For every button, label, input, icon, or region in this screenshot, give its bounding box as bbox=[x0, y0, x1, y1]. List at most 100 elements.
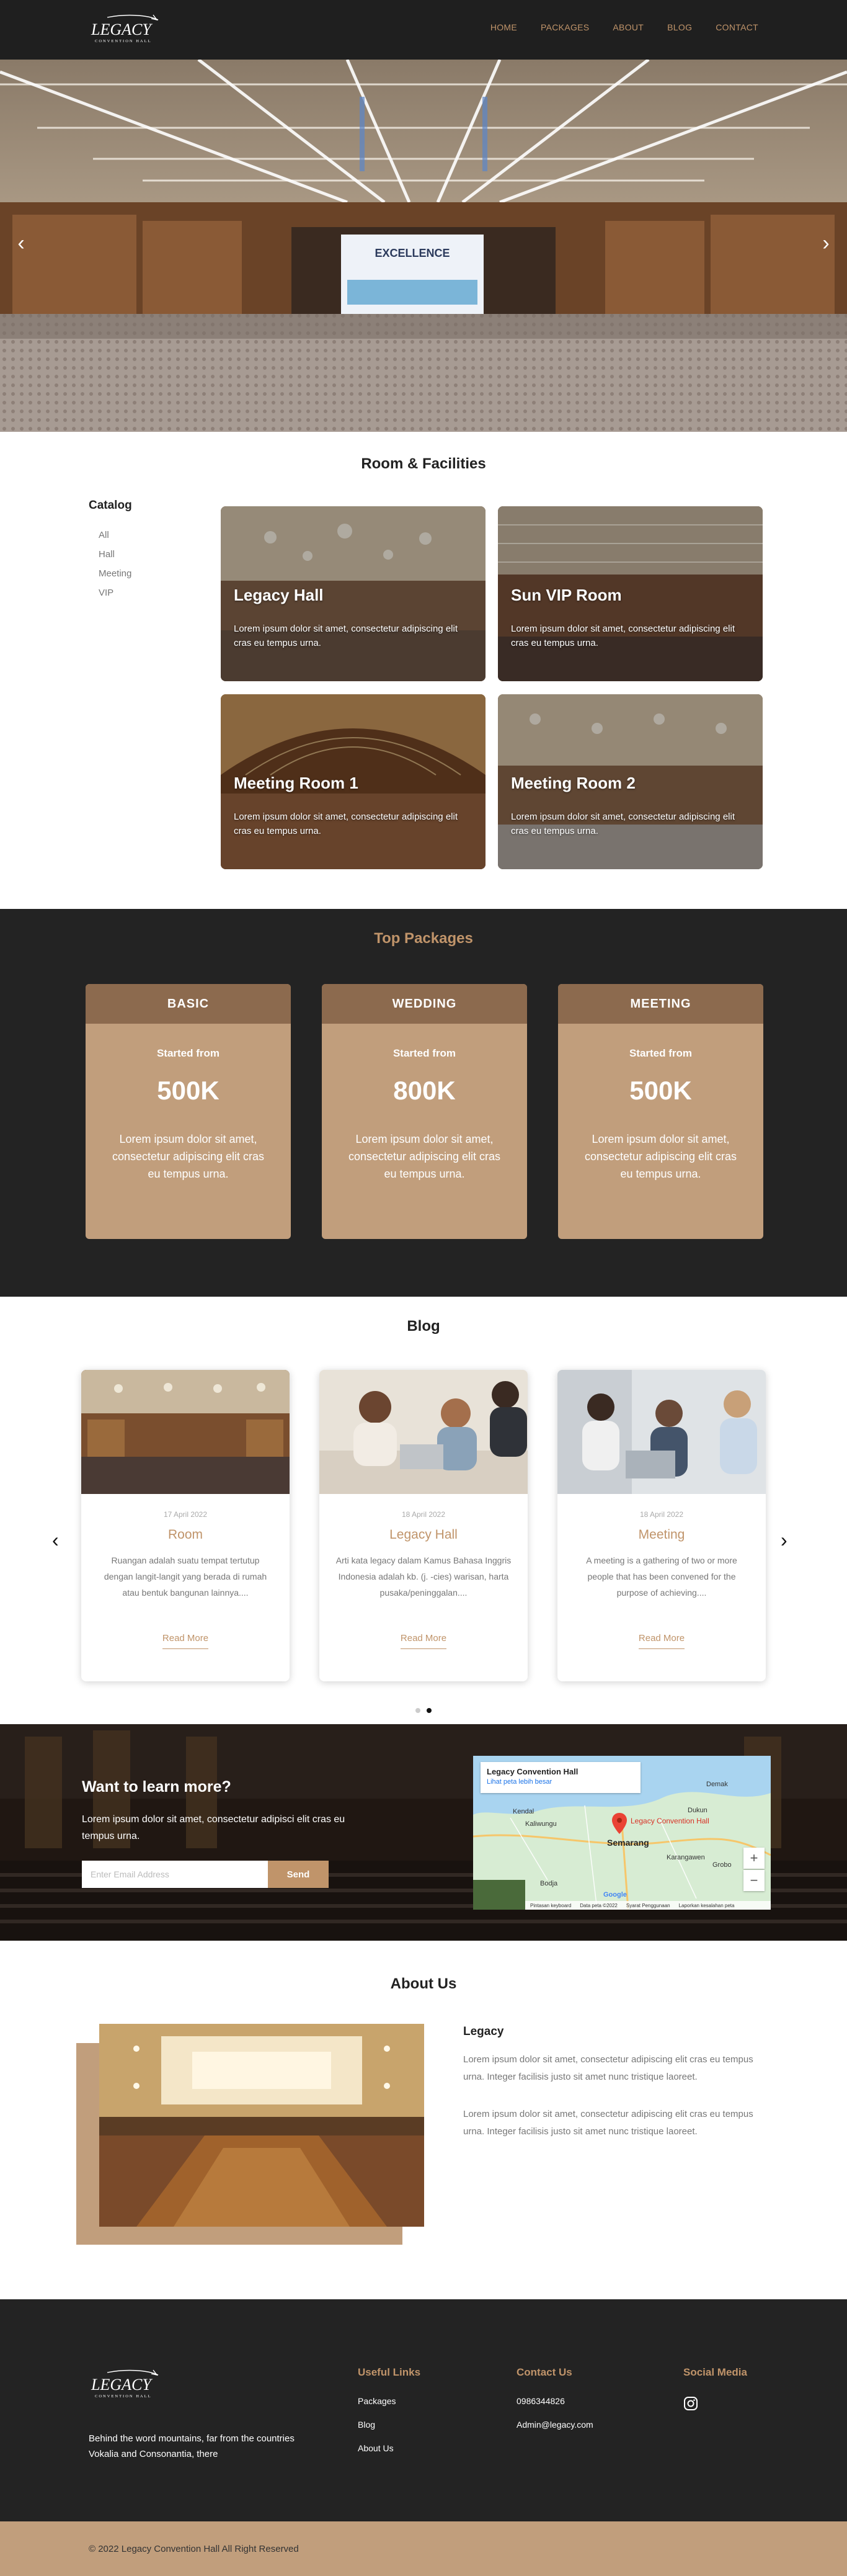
about-image bbox=[99, 2024, 424, 2227]
map-larger-link[interactable]: Lihat peta lebih besar bbox=[487, 1778, 634, 1786]
post-title[interactable]: Room bbox=[81, 1527, 290, 1542]
blog-next-arrow[interactable]: › bbox=[781, 1529, 787, 1552]
hero-image: EXCELLENCE bbox=[0, 60, 847, 432]
google-logo: Google bbox=[603, 1891, 627, 1898]
package-price: 500K bbox=[629, 1076, 692, 1105]
room-card[interactable]: Legacy Hall Lorem ipsum dolor sit amet, … bbox=[221, 506, 486, 681]
package-price: 500K bbox=[157, 1076, 220, 1105]
package-from: Started from bbox=[156, 1047, 220, 1059]
room-card[interactable]: Meeting Room 2 Lorem ipsum dolor sit ame… bbox=[498, 694, 763, 869]
map-label: Bodja bbox=[540, 1880, 558, 1887]
post-thumbnail bbox=[81, 1370, 290, 1494]
post-date: 18 April 2022 bbox=[639, 1510, 684, 1519]
package-card[interactable]: MEETING Started from 500K Lorem ipsum do… bbox=[558, 984, 763, 1239]
package-from: Started from bbox=[629, 1047, 693, 1059]
package-desc: Lorem ipsum dolor sit amet, consectetur … bbox=[348, 1133, 501, 1180]
catalog-vip[interactable]: VIP bbox=[99, 588, 200, 598]
footer: LEGACY CONVENTION HALL Behind the word m… bbox=[0, 2299, 847, 2521]
carousel-dot-active[interactable] bbox=[427, 1708, 432, 1713]
instagram-icon[interactable] bbox=[683, 2396, 698, 2411]
map-label: Grobo bbox=[712, 1861, 732, 1869]
catalog-filter: Catalog All Hall Meeting VIP bbox=[89, 499, 200, 607]
room-card[interactable]: Meeting Room 1 Lorem ipsum dolor sit ame… bbox=[221, 694, 486, 869]
package-desc: Lorem ipsum dolor sit amet, consectetur … bbox=[112, 1133, 265, 1180]
blog-title: Blog bbox=[407, 1318, 440, 1335]
nav-blog[interactable]: BLOG bbox=[667, 22, 692, 32]
zoom-in-button[interactable]: + bbox=[743, 1848, 765, 1869]
package-from: Started from bbox=[392, 1047, 456, 1059]
about-paragraph: Lorem ipsum dolor sit amet, consectetur … bbox=[463, 2109, 753, 2137]
map-attribution-item[interactable]: Pintasan keyboard bbox=[530, 1903, 571, 1908]
read-more-link[interactable]: Read More bbox=[162, 1633, 209, 1649]
post-thumbnail bbox=[557, 1370, 766, 1494]
post-excerpt: A meeting is a gathering of two or more … bbox=[586, 1555, 737, 1598]
footer-link-blog[interactable]: Blog bbox=[358, 2420, 420, 2430]
nav-contact[interactable]: CONTACT bbox=[716, 22, 758, 32]
room-name: Sun VIP Room bbox=[511, 586, 622, 604]
package-desc: Lorem ipsum dolor sit amet, consectetur … bbox=[584, 1133, 737, 1180]
blog-post-card[interactable]: 18 April 2022 Legacy Hall Arti kata lega… bbox=[319, 1370, 528, 1681]
map-label: Karangawen bbox=[667, 1854, 705, 1861]
contact-phone[interactable]: 0986344826 bbox=[517, 2396, 593, 2406]
blog-post-card[interactable]: 18 April 2022 Meeting A meeting is a gat… bbox=[557, 1370, 766, 1681]
footer-social: Social Media bbox=[683, 2366, 747, 2411]
room-grid: Legacy Hall Lorem ipsum dolor sit amet, … bbox=[221, 506, 763, 869]
location-map[interactable]: Legacy Convention Hall Lihat peta lebih … bbox=[473, 1756, 771, 1910]
footer-link-about[interactable]: About Us bbox=[358, 2443, 420, 2453]
map-label: Kendal bbox=[513, 1808, 534, 1815]
room-card[interactable]: Sun VIP Room Lorem ipsum dolor sit amet,… bbox=[498, 506, 763, 681]
post-title[interactable]: Legacy Hall bbox=[319, 1527, 528, 1542]
hero-next-arrow[interactable]: › bbox=[814, 231, 838, 256]
catalog-all[interactable]: All bbox=[99, 530, 200, 540]
blog-carousel: 17 April 2022 Room Ruangan adalah suatu … bbox=[81, 1370, 766, 1681]
contact-title: Contact Us bbox=[517, 2366, 572, 2378]
newsletter-section: Want to learn more? Lorem ipsum dolor si… bbox=[0, 1724, 847, 1941]
footer-contact: Contact Us 0986344826 Admin@legacy.com bbox=[517, 2366, 593, 2443]
package-list: BASIC Started from 500K Lorem ipsum dolo… bbox=[86, 984, 763, 1239]
map-attribution-item[interactable]: Laporkan kesalahan peta bbox=[679, 1903, 735, 1908]
send-button[interactable]: Send bbox=[268, 1861, 329, 1888]
map-label: Dukun bbox=[688, 1807, 707, 1814]
newsletter-text: Lorem ipsum dolor sit amet, consectetur … bbox=[82, 1814, 345, 1841]
footer-logo[interactable]: LEGACY CONVENTION HALL bbox=[89, 2368, 166, 2401]
read-more-link[interactable]: Read More bbox=[638, 1633, 685, 1649]
package-card[interactable]: WEDDING Started from 800K Lorem ipsum do… bbox=[322, 984, 527, 1239]
package-name: WEDDING bbox=[322, 984, 527, 1024]
nav-packages[interactable]: PACKAGES bbox=[541, 22, 589, 32]
catalog-hall[interactable]: Hall bbox=[99, 549, 200, 560]
map-attribution-item[interactable]: Syarat Penggunaan bbox=[626, 1903, 670, 1908]
room-desc: Lorem ipsum dolor sit amet, consectetur … bbox=[234, 812, 458, 836]
post-date: 17 April 2022 bbox=[163, 1510, 208, 1519]
hero-prev-arrow[interactable]: ‹ bbox=[9, 231, 33, 256]
map-label: Demak bbox=[706, 1781, 728, 1788]
brand-logo[interactable]: LEGACY CONVENTION HALL bbox=[89, 12, 166, 46]
footer-link-packages[interactable]: Packages bbox=[358, 2396, 420, 2406]
post-title[interactable]: Meeting bbox=[557, 1527, 766, 1542]
packages-title: Top Packages bbox=[374, 930, 473, 947]
blog-prev-arrow[interactable]: ‹ bbox=[52, 1529, 59, 1552]
email-input[interactable] bbox=[82, 1861, 268, 1888]
carousel-dot[interactable] bbox=[415, 1708, 420, 1713]
package-price: 800K bbox=[393, 1076, 456, 1105]
map-city-label: Semarang bbox=[607, 1838, 649, 1848]
read-more-link[interactable]: Read More bbox=[400, 1633, 447, 1649]
post-thumbnail bbox=[319, 1370, 528, 1494]
blog-post-card[interactable]: 17 April 2022 Room Ruangan adalah suatu … bbox=[81, 1370, 290, 1681]
nav-about[interactable]: ABOUT bbox=[613, 22, 644, 32]
nav-home[interactable]: HOME bbox=[490, 22, 517, 32]
hero-screen-text: EXCELLENCE bbox=[375, 247, 450, 259]
contact-email[interactable]: Admin@legacy.com bbox=[517, 2420, 593, 2430]
useful-links-title: Useful Links bbox=[358, 2366, 421, 2378]
catalog-meeting[interactable]: Meeting bbox=[99, 568, 200, 579]
about-paragraph: Lorem ipsum dolor sit amet, consectetur … bbox=[463, 2054, 753, 2082]
map-label: Kaliwungu bbox=[525, 1820, 557, 1828]
room-name: Meeting Room 2 bbox=[511, 774, 636, 792]
room-desc: Lorem ipsum dolor sit amet, consectetur … bbox=[511, 812, 735, 836]
post-date: 18 April 2022 bbox=[401, 1510, 446, 1519]
map-place-name: Legacy Convention Hall bbox=[487, 1767, 579, 1776]
copyright-bar: © 2022 Legacy Convention Hall All Right … bbox=[0, 2521, 847, 2576]
catalog-title: Catalog bbox=[89, 499, 132, 512]
zoom-out-button[interactable]: − bbox=[743, 1870, 765, 1891]
package-card[interactable]: BASIC Started from 500K Lorem ipsum dolo… bbox=[86, 984, 291, 1239]
brand-name: LEGACY bbox=[91, 20, 153, 38]
